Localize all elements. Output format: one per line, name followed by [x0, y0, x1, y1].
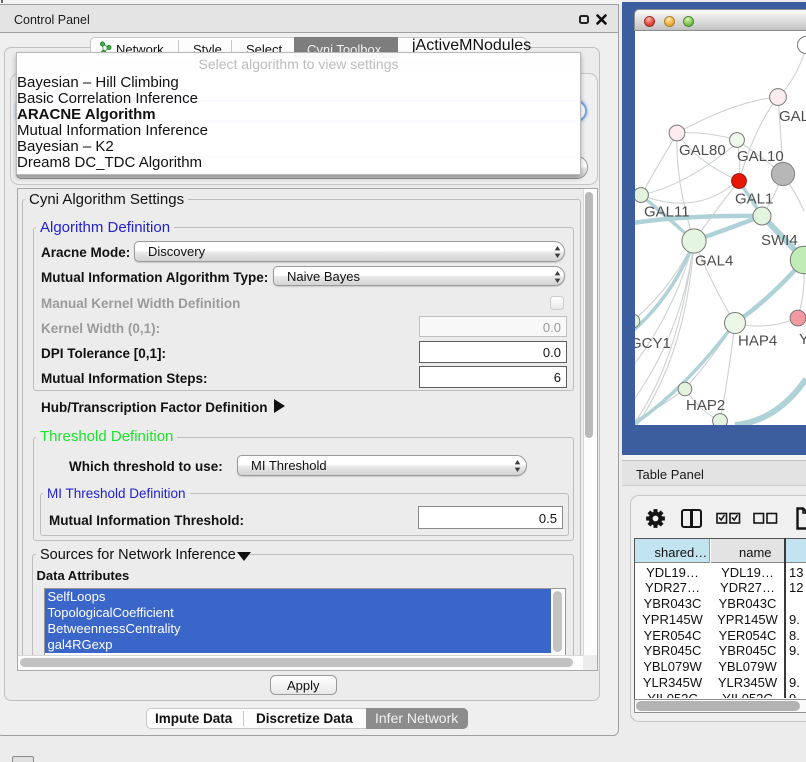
svg-text:GAL4: GAL4 — [695, 253, 733, 270]
svg-text:HAP4: HAP4 — [738, 333, 777, 350]
svg-text:HAP2: HAP2 — [686, 397, 725, 414]
svg-text:GAL10: GAL10 — [737, 148, 784, 165]
svg-text:GAL80: GAL80 — [679, 142, 726, 159]
svg-text:SWI4: SWI4 — [761, 232, 798, 249]
svg-text:Y: Y — [799, 331, 806, 348]
svg-text:GAL: GAL — [779, 108, 806, 125]
svg-text:GAL1: GAL1 — [735, 191, 773, 208]
svg-text:GAL11: GAL11 — [644, 204, 690, 221]
svg-text:GCY1: GCY1 — [635, 335, 671, 352]
